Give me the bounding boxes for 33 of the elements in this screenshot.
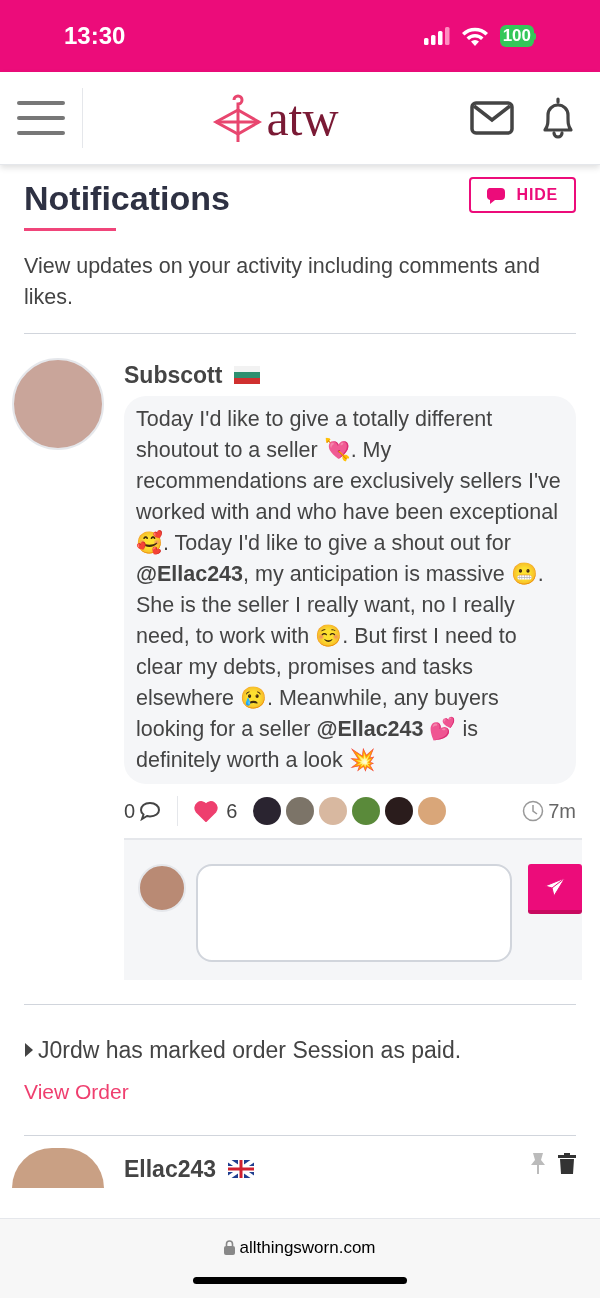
author-name[interactable]: Subscott bbox=[124, 357, 223, 392]
status-time: 13:30 bbox=[64, 21, 126, 51]
hide-button[interactable]: HIDE bbox=[468, 177, 576, 213]
liker-avatar[interactable] bbox=[385, 797, 414, 825]
battery-icon: 100 bbox=[499, 25, 536, 47]
comment-icon bbox=[139, 801, 162, 821]
clock-icon bbox=[522, 800, 545, 822]
menu-icon bbox=[17, 100, 65, 136]
home-indicator[interactable] bbox=[193, 1276, 407, 1284]
envelope-icon bbox=[470, 101, 514, 135]
order-notification: J0rdw has marked order Session as paid. bbox=[38, 1036, 462, 1065]
paper-plane-icon bbox=[544, 877, 566, 897]
url-bar[interactable]: allthingsworn.com bbox=[224, 1235, 376, 1261]
flag-icon bbox=[228, 1160, 255, 1179]
lock-icon bbox=[224, 1240, 236, 1256]
likes-button[interactable]: 6 bbox=[178, 796, 238, 826]
signal-icon bbox=[423, 27, 450, 45]
page-title: Notifications bbox=[24, 178, 230, 219]
comment-field[interactable] bbox=[196, 864, 512, 962]
user-avatar bbox=[138, 864, 186, 912]
trash-icon[interactable] bbox=[558, 1152, 576, 1174]
author-name[interactable]: Ellac243 bbox=[124, 1152, 217, 1187]
post-message: Today I'd like to give a totally different shoutout to a seller 💘. My recommendations are exclusively sellers I've worked with and who have been exceptional 🥰. Today I'd like to give a shout out for @Ellac243, my anticipation is massive 😬. She is the seller I really want, no I really need, to work with ☺. But first I need to clear my debts, promises and tasks elsewhere 😢. Meanwhile, any buyers looking for a seller @Ellac243 💕 is definitely worth a look 💥 bbox=[124, 396, 576, 784]
site-logo[interactable]: atw bbox=[212, 92, 339, 144]
liker-avatar[interactable] bbox=[253, 797, 282, 825]
comments-button[interactable]: 0 bbox=[124, 796, 179, 826]
flag-icon bbox=[234, 365, 261, 384]
post-time: 7m bbox=[548, 799, 576, 824]
caret-icon bbox=[24, 1043, 34, 1058]
page-description: View updates on your activity including comments and likes. bbox=[24, 250, 576, 334]
wifi-icon bbox=[461, 26, 488, 46]
view-order-link[interactable]: View Order bbox=[24, 1075, 129, 1107]
send-button[interactable] bbox=[528, 864, 582, 914]
